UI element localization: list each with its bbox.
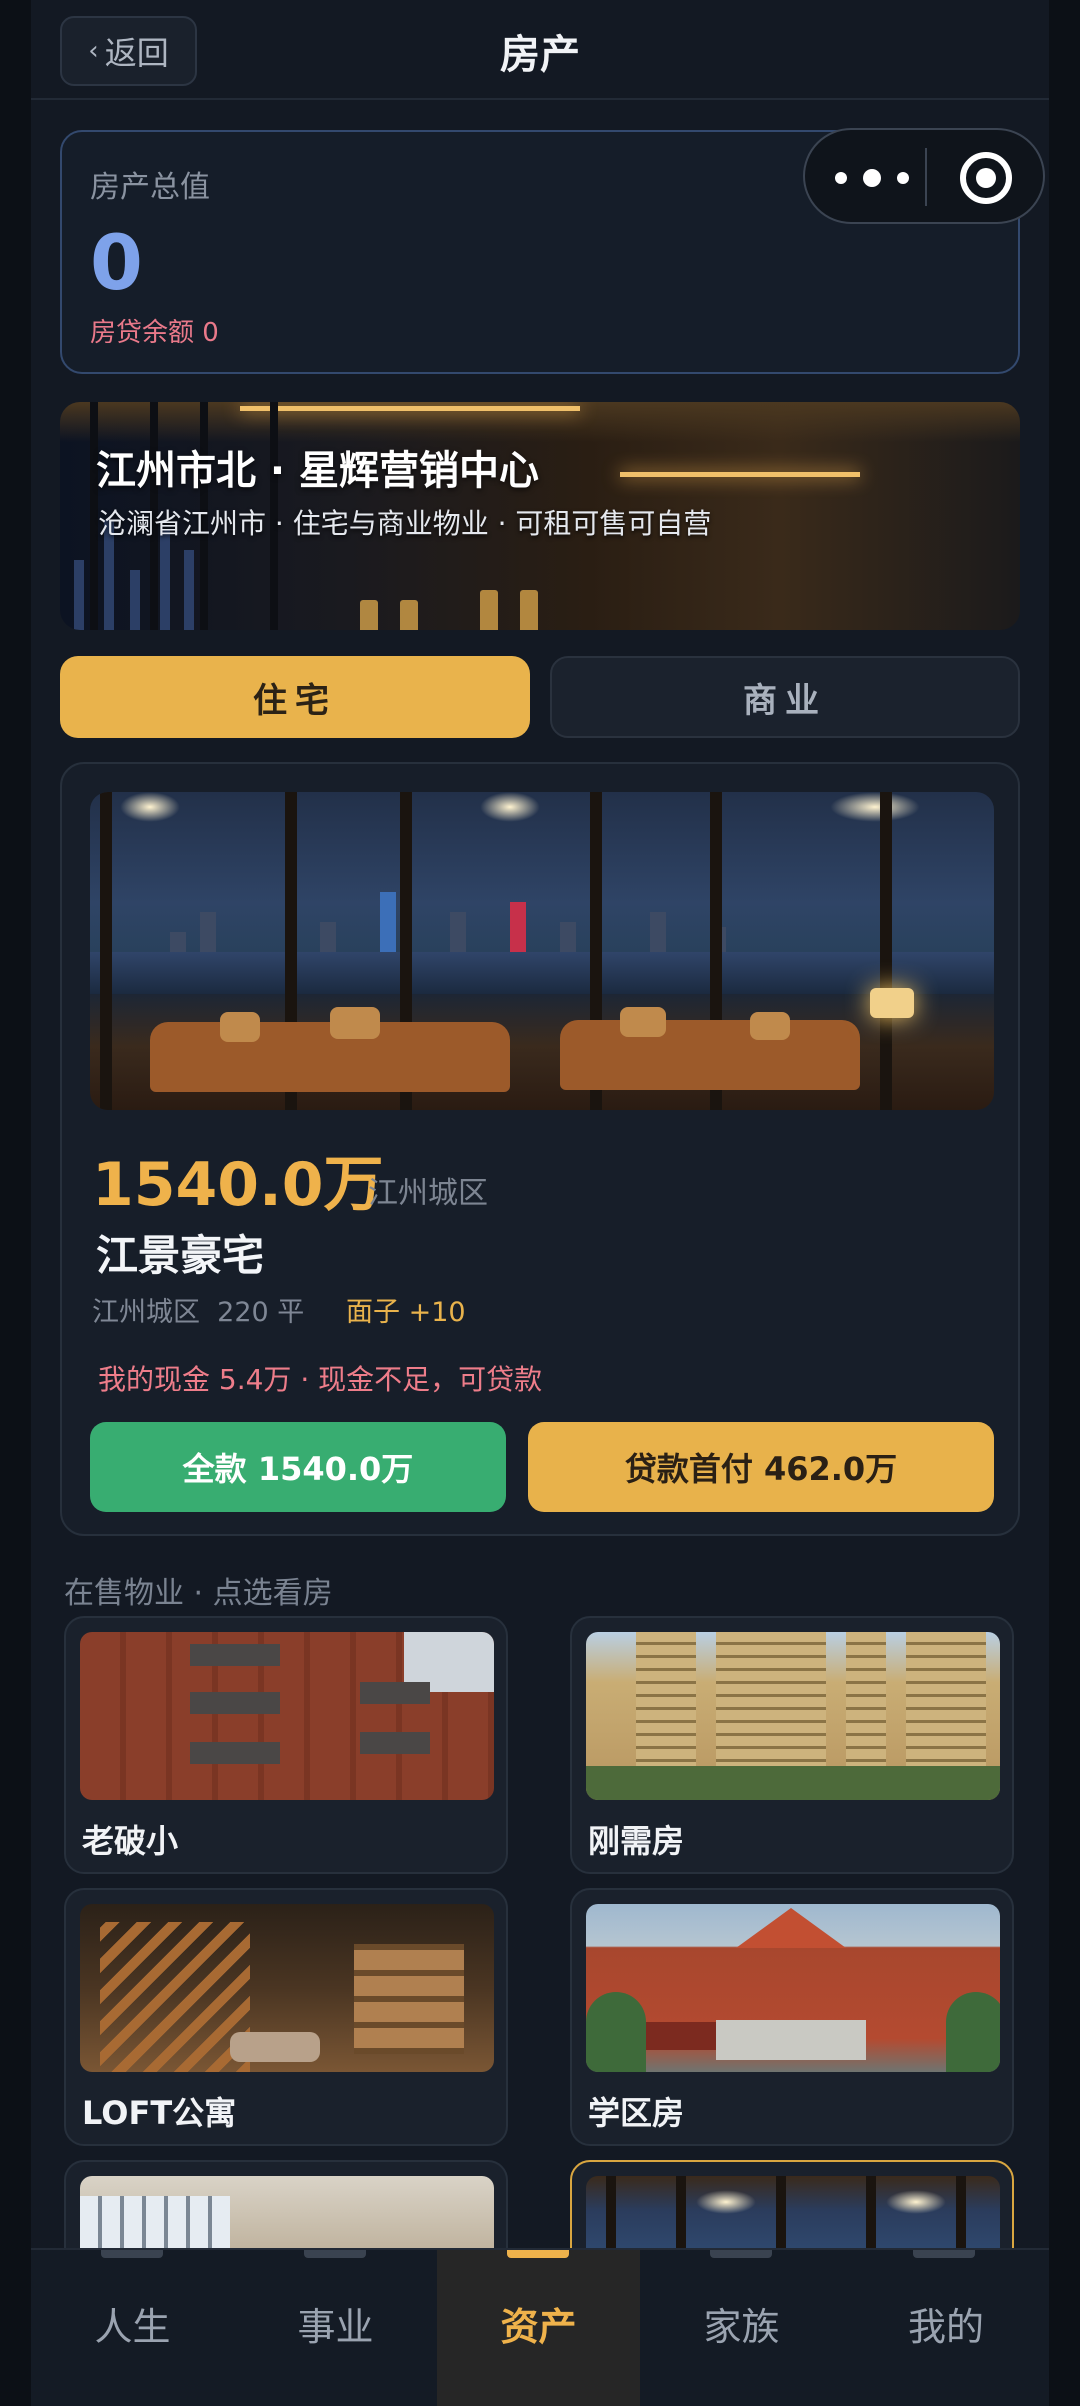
listing-item-label: 刚需房 [588,1822,685,1860]
nav-item-life[interactable]: 人生 [31,2250,234,2406]
listing-photo [586,1632,1000,1800]
listing-item-label: LOFT公寓 [82,2094,237,2132]
loan-balance: 房贷余额 0 [90,318,219,348]
featured-district: 江州城区 [368,1176,488,1211]
total-label: 房产总值 [90,170,210,205]
listing-photo [80,1632,494,1800]
nav-label: 我的 [907,2305,984,2349]
page-title: 房产 [500,32,580,78]
nav-item-career[interactable]: 事业 [234,2250,437,2406]
listing-photo [586,1904,1000,2072]
nav-item-me[interactable]: 我的 [843,2250,1049,2406]
tab-commercial[interactable]: 商业 [550,656,1020,738]
sales-center-banner: 江州市北 · 星辉营销中心 沧澜省江州市 · 住宅与商业物业 · 可租可售可自营 [60,402,1020,630]
close-target-icon[interactable] [960,152,1012,204]
face-bonus: 面子 +10 [346,1297,466,1328]
nav-label: 事业 [297,2305,374,2349]
capsule-divider [925,148,927,206]
total-value: 0 [90,218,143,307]
banner-subtitle: 沧澜省江州市 · 住宅与商业物业 · 可租可售可自营 [98,507,712,540]
listing-item[interactable]: 刚需房 [570,1616,1014,1874]
listing-item-label: 学区房 [588,2094,685,2132]
listing-item[interactable]: 学区房 [570,1888,1014,2146]
listing-section-title: 在售物业 · 点选看房 [64,1576,333,1611]
nav-item-assets[interactable]: 资产 [437,2250,640,2406]
more-icon[interactable] [835,160,915,196]
nav-label: 资产 [500,2305,577,2349]
listing-item-label: 老破小 [82,1822,179,1860]
buy-loan-button[interactable]: 贷款首付 462.0万 [528,1422,994,1512]
left-margin [0,0,31,2406]
buy-full-button[interactable]: 全款 1540.0万 [90,1422,506,1512]
featured-price: 1540.0万 [92,1150,384,1220]
nav-item-family[interactable]: 家族 [640,2250,843,2406]
cash-status-note: 我的现金 5.4万 · 现金不足，可贷款 [98,1363,543,1396]
featured-property-card: 1540.0万 江州城区 江景豪宅 江州城区 220 平 面子 +10 我的现金… [60,762,1020,1536]
nav-label: 家族 [703,2305,780,2349]
banner-title: 江州市北 · 星辉营销中心 [96,448,540,494]
listing-item[interactable]: LOFT公寓 [64,1888,508,2146]
listing-photo [80,1904,494,2072]
tab-residential[interactable]: 住宅 [60,656,530,738]
header: ‹ 返回 房产 [31,0,1049,100]
miniprogram-capsule [803,128,1045,224]
property-photo [90,792,994,1110]
app-screen: ‹ 返回 房产 房产总值 0 房贷余额 0 江州市北 · 星辉营销中心 沧澜省江… [31,0,1049,2406]
bottom-nav: 人生 事业 资产 家族 我的 [31,2248,1049,2406]
right-margin [1049,0,1080,2406]
listing-item[interactable]: 老破小 [64,1616,508,1874]
featured-name: 江景豪宅 [96,1231,265,1280]
featured-detail: 江州城区 220 平 [92,1297,305,1328]
nav-label: 人生 [94,2305,171,2349]
